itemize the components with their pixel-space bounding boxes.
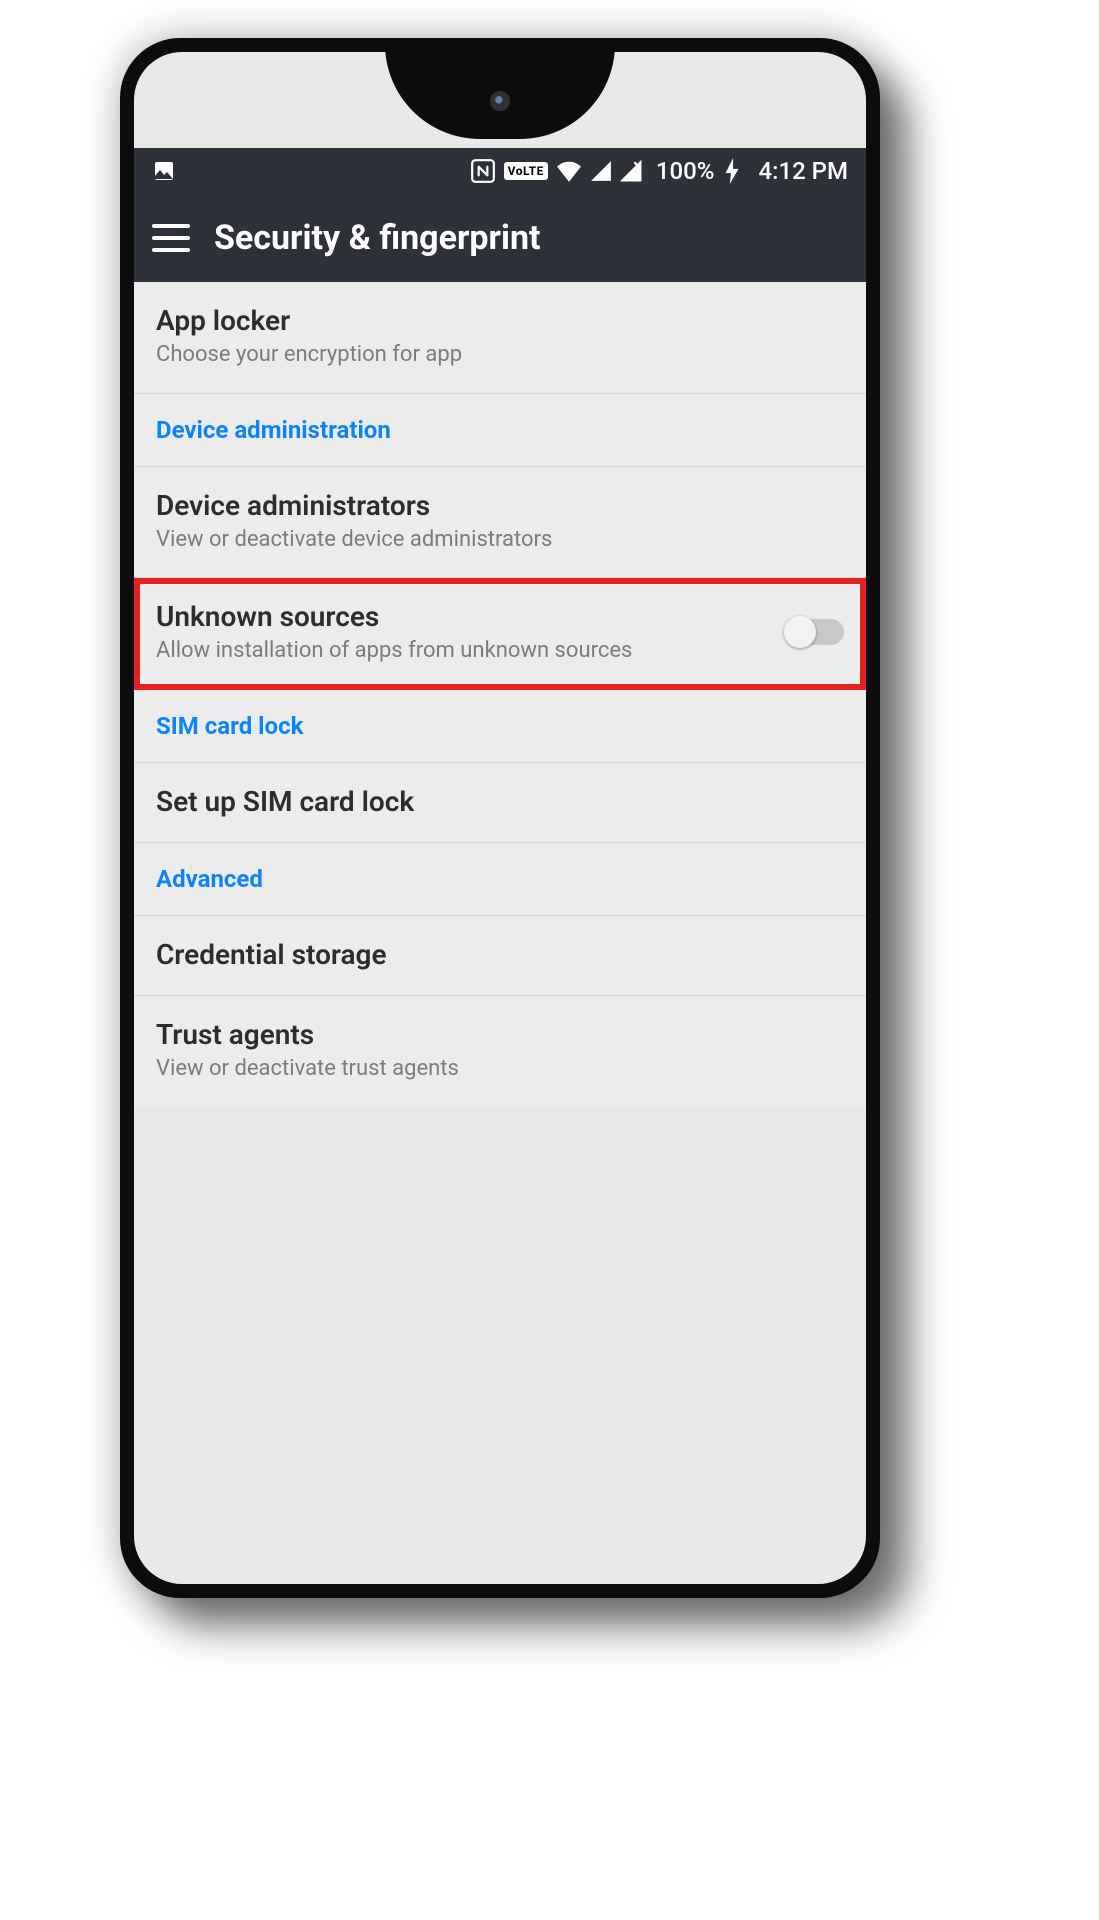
signal-1-icon [590, 160, 612, 182]
row-title: Trust agents [156, 1018, 844, 1051]
row-title: App locker [156, 304, 844, 337]
section-title: Device administration [156, 416, 844, 444]
section-advanced: Advanced [134, 843, 866, 916]
battery-text: 100% [656, 157, 715, 185]
volte-icon: VoLTE [504, 162, 548, 180]
row-title: Credential storage [156, 938, 844, 971]
section-title: SIM card lock [156, 712, 844, 740]
row-subtitle: Choose your encryption for app [156, 341, 844, 369]
phone-screen: VoLTE 100% 4:12 PM [134, 52, 866, 1584]
row-title: Unknown sources [156, 600, 770, 633]
row-subtitle: View or deactivate device administrators [156, 526, 844, 554]
row-device-administrators[interactable]: Device administrators View or deactivate… [134, 467, 866, 579]
charging-icon [724, 158, 740, 184]
signal-2-no-service-icon [620, 160, 642, 182]
row-sim-setup[interactable]: Set up SIM card lock [134, 763, 866, 843]
wifi-icon [556, 160, 582, 182]
section-sim-card-lock: SIM card lock [134, 690, 866, 763]
row-title: Set up SIM card lock [156, 785, 844, 818]
front-camera-icon [490, 91, 510, 111]
row-credential-storage[interactable]: Credential storage [134, 916, 866, 996]
row-trust-agents[interactable]: Trust agents View or deactivate trust ag… [134, 996, 866, 1107]
row-app-locker[interactable]: App locker Choose your encryption for ap… [134, 282, 866, 394]
row-subtitle: Allow installation of apps from unknown … [156, 637, 770, 665]
settings-list[interactable]: App locker Choose your encryption for ap… [134, 282, 866, 1106]
section-device-administration: Device administration [134, 394, 866, 467]
status-bar: VoLTE 100% 4:12 PM [134, 148, 866, 194]
clock-text: 4:12 PM [758, 157, 848, 185]
gallery-icon [152, 159, 176, 183]
row-title: Device administrators [156, 489, 844, 522]
row-subtitle: View or deactivate trust agents [156, 1055, 844, 1083]
unknown-sources-toggle[interactable] [786, 619, 844, 645]
nfc-icon [470, 158, 496, 184]
section-title: Advanced [156, 865, 844, 893]
row-unknown-sources[interactable]: Unknown sources Allow installation of ap… [134, 578, 866, 690]
app-bar: Security & fingerprint [134, 194, 866, 282]
phone-notch [385, 52, 615, 139]
phone-frame: VoLTE 100% 4:12 PM [120, 38, 880, 1598]
page-title: Security & fingerprint [214, 218, 541, 258]
menu-button[interactable] [152, 224, 190, 252]
